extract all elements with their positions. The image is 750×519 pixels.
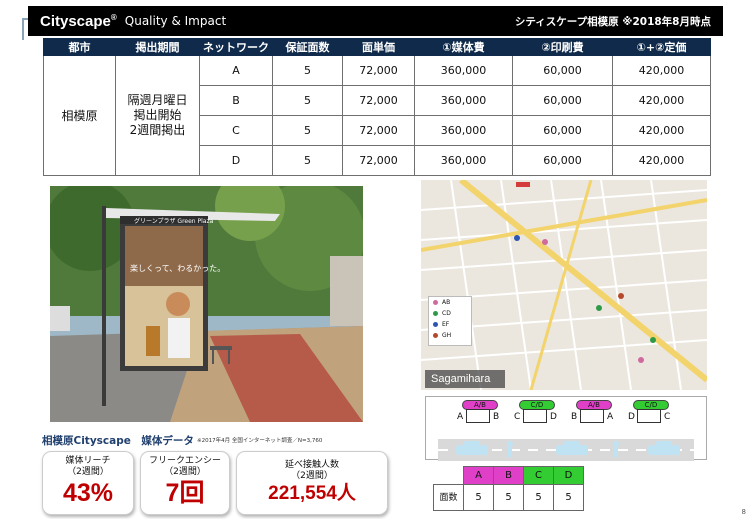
- col-header: 保証面数: [272, 38, 343, 56]
- frequency-value: 7回: [165, 479, 205, 507]
- street-map-image: [421, 180, 707, 390]
- page-header: Cityscape® Quality & Impact シティスケープ相模原 ※…: [28, 6, 723, 36]
- dot-icon: [433, 300, 438, 305]
- total-cell: 420,000: [612, 85, 711, 116]
- network-cell: B: [199, 85, 273, 116]
- face-header: D: [553, 466, 584, 485]
- col-header: 掲出期間: [115, 38, 200, 56]
- bus-shelter-photo: グリーンプラザ Green Plaza 楽しくって、わるかった。: [50, 186, 363, 422]
- print-fee-cell: 60,000: [512, 55, 613, 86]
- media-fee-cell: 360,000: [414, 145, 513, 176]
- media-data-title: 相模原Cityscape 媒体データ: [42, 435, 194, 447]
- network-cell: D: [199, 145, 273, 176]
- table-row: 相模原 隔週月曜日 掲出開始 2週間掲出 A 5 72,000 360,000 …: [43, 55, 711, 176]
- car-icon: [456, 441, 488, 455]
- dot-icon: [433, 322, 438, 327]
- header-right-title: シティスケープ相模原 ※2018年8月時点: [514, 15, 711, 28]
- col-header: 面単価: [342, 38, 415, 56]
- network-cell: C: [199, 115, 273, 146]
- face-header: A: [463, 466, 494, 485]
- faces-cell: 5: [272, 85, 343, 116]
- rate-table: 都市 掲出期間 ネットワーク 保証面数 面単価 ①媒体費 ②印刷費 ①+②定価 …: [43, 38, 711, 176]
- car-icon: [648, 441, 680, 455]
- city-cell: 相模原: [43, 55, 116, 176]
- face-row-label: 面数: [433, 484, 464, 511]
- shelter-panel: [523, 409, 547, 423]
- face-header: C: [523, 466, 554, 485]
- media-fee-cell: 360,000: [414, 55, 513, 86]
- print-fee-cell: 60,000: [512, 85, 613, 116]
- media-fee-cell: 360,000: [414, 115, 513, 146]
- col-header: ①媒体費: [414, 38, 513, 56]
- reach-value: 43%: [62, 479, 114, 507]
- unit-price-cell: 72,000: [342, 85, 415, 116]
- total-cell: 420,000: [612, 115, 711, 146]
- tagline: Quality & Impact: [124, 14, 227, 28]
- car-icon: [556, 441, 588, 455]
- print-fee-cell: 60,000: [512, 145, 613, 176]
- page-number: 8: [741, 508, 746, 516]
- dot-icon: [433, 311, 438, 316]
- network-cell: A: [199, 55, 273, 86]
- col-header: ①+②定価: [612, 38, 711, 56]
- face-value: 5: [463, 484, 494, 511]
- faces-cell: 5: [272, 115, 343, 146]
- area-map[interactable]: [421, 180, 707, 390]
- period-cell: 隔週月曜日 掲出開始 2週間掲出: [115, 55, 200, 176]
- legend-item: EF: [429, 319, 471, 330]
- shelter-panel: [580, 409, 604, 423]
- col-header: ②印刷費: [512, 38, 613, 56]
- svg-text:楽しくって、わるかった。: 楽しくって、わるかった。: [130, 263, 225, 273]
- contacts-value: 221,554人: [268, 483, 356, 504]
- face-header: B: [493, 466, 524, 485]
- reach-card: 媒体リーチ （2週間） 43%: [42, 451, 134, 515]
- face-value: 5: [493, 484, 524, 511]
- street-scene-image: グリーンプラザ Green Plaza 楽しくって、わるかった。: [50, 186, 363, 422]
- media-fee-cell: 360,000: [414, 85, 513, 116]
- dot-icon: [433, 333, 438, 338]
- unit-price-cell: 72,000: [342, 145, 415, 176]
- legend-item: CD: [429, 308, 471, 319]
- faces-cell: 5: [272, 145, 343, 176]
- contacts-card: 延べ接触人数 （2週間） 221,554人: [236, 451, 388, 515]
- legend-item: AB: [429, 297, 471, 308]
- map-label: Sagamihara: [425, 370, 505, 388]
- legend-item: GH: [429, 330, 471, 341]
- svg-text:グリーンプラザ Green Plaza: グリーンプラザ Green Plaza: [134, 217, 214, 225]
- face-count-table: A B C D 面数 5 5 5 5: [433, 466, 584, 511]
- map-legend: AB CD EF GH: [428, 296, 472, 346]
- shelter-panel: [637, 409, 661, 423]
- road-lane: [438, 439, 694, 461]
- faces-cell: 5: [272, 55, 343, 86]
- total-cell: 420,000: [612, 55, 711, 86]
- panel-layout-diagram: A/B C/D A/B C/D A B C D B A D C: [425, 396, 707, 461]
- col-header: 都市: [43, 38, 116, 56]
- total-cell: 420,000: [612, 145, 711, 176]
- col-header: ネットワーク: [199, 38, 273, 56]
- frequency-card: フリークエンシー （2週間） 7回: [140, 451, 230, 515]
- unit-price-cell: 72,000: [342, 115, 415, 146]
- unit-price-cell: 72,000: [342, 55, 415, 86]
- shelter-panel: [466, 409, 490, 423]
- print-fee-cell: 60,000: [512, 115, 613, 146]
- face-value: 5: [523, 484, 554, 511]
- media-data-note: ※2017年4月 全国インターネット調査／N=3,760: [197, 438, 323, 444]
- brand-logo: Cityscape®: [40, 12, 117, 30]
- face-value: 5: [553, 484, 584, 511]
